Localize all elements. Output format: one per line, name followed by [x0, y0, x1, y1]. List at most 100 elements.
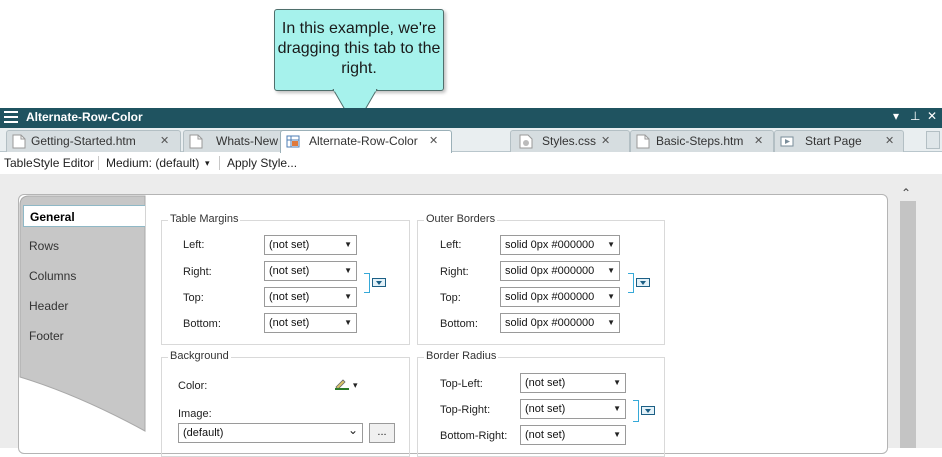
window-dropdown-icon[interactable]: ▾ — [893, 109, 899, 123]
editor-content: General Rows Columns Header Footer Table… — [0, 174, 942, 457]
link-bracket — [364, 273, 370, 293]
callout-text: In this example, we're dragging this tab… — [277, 20, 441, 77]
dropdown-arrow-icon: ▼ — [607, 318, 615, 327]
html-file-icon — [189, 134, 203, 149]
annotation-callout: In this example, we're dragging this tab… — [274, 9, 444, 91]
dropdown-arrow-icon: ▼ — [344, 318, 352, 327]
html-file-icon — [12, 134, 26, 149]
radius-bottom-right-select[interactable]: (not set) ▼ — [520, 425, 626, 445]
tab-label: Getting-Started.htm — [31, 134, 136, 148]
close-tab-icon[interactable]: ✕ — [754, 131, 763, 151]
dropdown-arrow-icon: ▼ — [613, 404, 621, 413]
tab-basic-steps[interactable]: Basic-Steps.htm ✕ — [630, 130, 774, 152]
margin-bottom-label: Bottom: — [183, 318, 221, 330]
select-value: solid 0px #000000 — [505, 239, 595, 251]
border-left-select[interactable]: solid 0px #000000 ▼ — [500, 235, 620, 255]
side-tab-rows[interactable]: Rows — [27, 235, 142, 257]
select-value: (not set) — [525, 403, 566, 415]
css-file-icon — [519, 134, 533, 149]
color-dropdown-arrow-icon[interactable]: ▾ — [353, 380, 358, 391]
tablestyle-editor-label: TableStyle Editor — [4, 156, 95, 170]
editor-toolbar: TableStyle Editor Medium: (default) ▾ Ap… — [0, 152, 942, 174]
select-value: (not set) — [269, 239, 310, 251]
select-value: solid 0px #000000 — [505, 317, 595, 329]
color-picker-icon[interactable] — [334, 377, 350, 391]
table-margins-group: Table Margins Left: (not set) ▼ Right: (n… — [161, 213, 410, 345]
border-radius-title: Border Radius — [424, 350, 499, 362]
select-value: (default) — [183, 427, 224, 439]
window-title: Alternate-Row-Color — [26, 110, 143, 124]
chevron-down-icon: ⌄ — [347, 423, 358, 437]
tab-label: Whats-New — [216, 134, 279, 148]
dropdown-arrow-icon: ▼ — [344, 240, 352, 249]
select-value: (not set) — [269, 265, 310, 277]
table-style-icon — [286, 135, 300, 148]
select-value: (not set) — [525, 377, 566, 389]
tab-styles-css[interactable]: Styles.css ✕ — [510, 130, 630, 152]
close-window-icon[interactable]: ✕ — [927, 109, 937, 123]
select-value: (not set) — [525, 429, 566, 441]
radius-top-right-label: Top-Right: — [440, 404, 491, 416]
close-tab-icon[interactable]: ✕ — [601, 131, 610, 151]
close-tab-icon[interactable]: ✕ — [429, 131, 438, 151]
dropdown-arrow-icon: ▼ — [344, 292, 352, 301]
outer-borders-group: Outer Borders Left: solid 0px #000000 ▼ R… — [417, 213, 665, 345]
radius-all-dropdown-icon[interactable] — [641, 406, 655, 415]
radius-bottom-right-label: Bottom-Right: — [440, 430, 508, 442]
side-tab-footer[interactable]: Footer — [27, 325, 142, 347]
tab-label: Basic-Steps.htm — [656, 134, 744, 148]
hamburger-icon[interactable] — [4, 111, 18, 124]
border-left-label: Left: — [440, 239, 462, 251]
apply-style-button[interactable]: Apply Style... — [227, 156, 297, 170]
tab-label: Alternate-Row-Color — [309, 134, 418, 148]
dropdown-arrow-icon: ▼ — [344, 266, 352, 275]
border-bottom-select[interactable]: solid 0px #000000 ▼ — [500, 313, 620, 333]
tab-start-page[interactable]: Start Page ✕ — [774, 130, 904, 152]
html-file-icon — [636, 134, 650, 149]
margin-left-select[interactable]: (not set) ▼ — [264, 235, 357, 255]
link-bracket — [633, 400, 639, 422]
borders-all-dropdown-icon[interactable] — [636, 278, 650, 287]
tab-alternate-row-color[interactable]: Alternate-Row-Color ✕ — [280, 130, 452, 153]
medium-dropdown-arrow-icon[interactable]: ▾ — [205, 158, 210, 169]
margin-right-select[interactable]: (not set) ▼ — [264, 261, 357, 281]
border-right-select[interactable]: solid 0px #000000 ▼ — [500, 261, 620, 281]
side-tab-general[interactable]: General — [23, 205, 145, 227]
margin-left-label: Left: — [183, 239, 205, 251]
medium-dropdown[interactable]: Medium: (default) — [106, 156, 199, 170]
margin-bottom-select[interactable]: (not set) ▼ — [264, 313, 357, 333]
border-radius-group: Border Radius Top-Left: (not set) ▼ Top-R… — [417, 350, 665, 457]
bg-image-select[interactable]: (default) ⌄ — [178, 423, 363, 443]
select-value: solid 0px #000000 — [505, 291, 595, 303]
radius-top-right-select[interactable]: (not set) ▼ — [520, 399, 626, 419]
side-tab-columns[interactable]: Columns — [27, 265, 142, 287]
border-top-label: Top: — [440, 292, 461, 304]
scroll-up-icon[interactable]: ⌃ — [901, 186, 911, 200]
margin-top-label: Top: — [183, 292, 204, 304]
tab-getting-started[interactable]: Getting-Started.htm ✕ — [6, 130, 181, 152]
window-title-bar: Alternate-Row-Color ▾ ⊥ ✕ — [0, 108, 942, 128]
side-tab-header[interactable]: Header — [27, 295, 142, 317]
style-panel: General Rows Columns Header Footer Table… — [18, 194, 888, 457]
pin-icon[interactable]: ⊥ — [910, 109, 920, 123]
document-tab-strip: Getting-Started.htm ✕ Whats-New Alternat… — [0, 128, 942, 153]
border-top-select[interactable]: solid 0px #000000 ▼ — [500, 287, 620, 307]
background-title: Background — [168, 350, 231, 362]
radius-top-left-label: Top-Left: — [440, 378, 483, 390]
tab-whats-new[interactable]: Whats-New — [183, 130, 293, 152]
select-value: (not set) — [269, 317, 310, 329]
dropdown-arrow-icon: ▼ — [607, 240, 615, 249]
dropdown-arrow-icon: ▼ — [607, 292, 615, 301]
tab-list-menu-icon[interactable] — [926, 131, 940, 149]
margin-top-select[interactable]: (not set) ▼ — [264, 287, 357, 307]
border-right-label: Right: — [440, 266, 469, 278]
radius-top-left-select[interactable]: (not set) ▼ — [520, 373, 626, 393]
browse-image-button[interactable]: ... — [369, 423, 395, 443]
close-tab-icon[interactable]: ✕ — [885, 131, 894, 151]
dropdown-arrow-icon: ▼ — [607, 266, 615, 275]
margins-all-dropdown-icon[interactable] — [372, 278, 386, 287]
select-value: (not set) — [269, 291, 310, 303]
vertical-scrollbar[interactable] — [900, 201, 916, 448]
close-tab-icon[interactable]: ✕ — [160, 131, 169, 151]
link-bracket — [628, 273, 634, 293]
